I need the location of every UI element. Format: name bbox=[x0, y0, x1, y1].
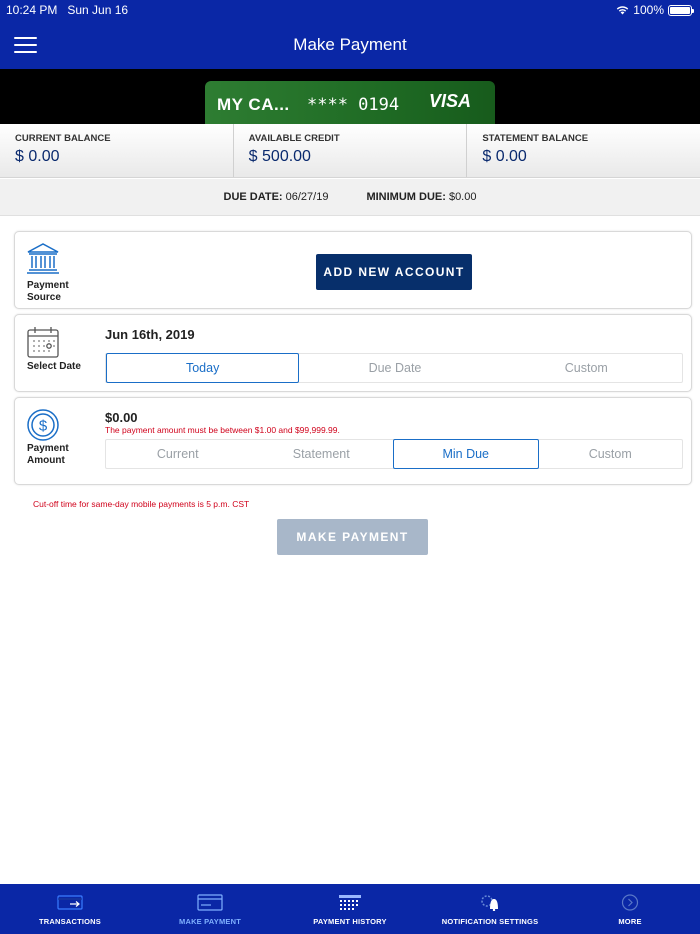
current-balance-label: CURRENT BALANCE bbox=[15, 133, 111, 144]
card-icon bbox=[197, 894, 223, 911]
svg-text:$: $ bbox=[39, 418, 48, 435]
payment-amount-panel: $ Payment Amount $0.00 The payment amoun… bbox=[14, 397, 692, 485]
card-name: MY CA... bbox=[217, 95, 290, 114]
payment-source-label: Payment Source bbox=[27, 280, 69, 303]
page-title: Make Payment bbox=[293, 35, 407, 54]
minimum-due: MINIMUM DUE: $0.00 bbox=[366, 191, 477, 203]
battery-icon bbox=[668, 4, 694, 16]
credit-card[interactable]: MY CA... **** 0194 VISA bbox=[205, 81, 495, 124]
payment-amount-error: The payment amount must be between $1.00… bbox=[105, 425, 340, 435]
select-date-label: Select Date bbox=[27, 361, 81, 372]
due-info-bar: DUE DATE: 06/27/19 MINIMUM DUE: $0.00 bbox=[0, 179, 700, 216]
card-carousel[interactable]: MY CA... **** 0194 VISA bbox=[0, 69, 700, 124]
bottom-tab-bar: TRANSACTIONS MAKE PAYMENT PAYMENT HISTOR… bbox=[0, 884, 700, 934]
statement-balance-value: $ 0.00 bbox=[482, 148, 527, 165]
cutoff-notice: Cut-off time for same-day mobile payment… bbox=[33, 499, 250, 509]
amount-selector: Current Statement Min Due Custom bbox=[105, 439, 683, 469]
tab-make-payment[interactable]: MAKE PAYMENT bbox=[140, 884, 280, 934]
tab-payment-history[interactable]: PAYMENT HISTORY bbox=[280, 884, 420, 934]
balance-summary: CURRENT BALANCE $ 0.00 AVAILABLE CREDIT … bbox=[0, 124, 700, 178]
card-number: **** 0194 bbox=[307, 95, 400, 115]
date-option-due-date[interactable]: Due Date bbox=[299, 354, 490, 382]
tab-more-label: MORE bbox=[618, 917, 642, 926]
make-payment-button[interactable]: MAKE PAYMENT bbox=[277, 519, 428, 555]
tab-more[interactable]: MORE bbox=[560, 884, 700, 934]
amount-option-custom[interactable]: Custom bbox=[539, 440, 683, 468]
due-date: DUE DATE: 06/27/19 bbox=[223, 191, 329, 203]
payment-source-panel: Payment Source ADD NEW ACCOUNT bbox=[14, 231, 692, 309]
amount-option-current[interactable]: Current bbox=[106, 440, 250, 468]
current-balance-value: $ 0.00 bbox=[15, 148, 60, 165]
date-option-today[interactable]: Today bbox=[106, 353, 300, 383]
add-new-account-button[interactable]: ADD NEW ACCOUNT bbox=[316, 254, 472, 290]
tab-transactions[interactable]: TRANSACTIONS bbox=[0, 884, 140, 934]
card-arrow-icon bbox=[57, 895, 83, 910]
available-credit-value: $ 500.00 bbox=[248, 148, 311, 165]
tab-notification-settings-label: NOTIFICATION SETTINGS bbox=[441, 917, 539, 926]
battery-fill bbox=[670, 6, 690, 14]
battery-percent: 100% bbox=[633, 3, 664, 17]
calendar-grid-icon bbox=[339, 895, 361, 910]
amount-option-statement[interactable]: Statement bbox=[250, 440, 394, 468]
calendar-icon bbox=[27, 327, 59, 358]
tab-transactions-label: TRANSACTIONS bbox=[39, 917, 101, 926]
status-time-date: 10:24 PM Sun Jun 16 bbox=[6, 3, 129, 17]
tab-payment-history-label: PAYMENT HISTORY bbox=[313, 917, 387, 926]
date-selector: Today Due Date Custom bbox=[105, 353, 683, 383]
select-date-panel: Select Date Jun 16th, 2019 Today Due Dat… bbox=[14, 314, 692, 392]
dollar-circle-icon: $ bbox=[27, 409, 59, 441]
statement-balance-label: STATEMENT BALANCE bbox=[482, 133, 589, 144]
current-balance: CURRENT BALANCE $ 0.00 bbox=[0, 124, 234, 177]
date-option-custom[interactable]: Custom bbox=[491, 354, 682, 382]
selected-date: Jun 16th, 2019 bbox=[105, 327, 195, 342]
wifi-icon bbox=[617, 6, 629, 15]
bank-icon bbox=[27, 243, 59, 274]
payment-amount-value: $0.00 bbox=[105, 410, 138, 425]
tab-make-payment-label: MAKE PAYMENT bbox=[179, 917, 241, 926]
amount-option-min-due[interactable]: Min Due bbox=[393, 439, 539, 469]
payment-amount-label: Payment Amount bbox=[27, 443, 69, 466]
available-credit: AVAILABLE CREDIT $ 500.00 bbox=[234, 124, 468, 177]
statement-balance: STATEMENT BALANCE $ 0.00 bbox=[467, 124, 700, 177]
tab-notification-settings[interactable]: NOTIFICATION SETTINGS bbox=[420, 884, 560, 934]
app-header: 10:24 PM Sun Jun 16 100% Make Payment bbox=[0, 0, 700, 69]
status-indicators: 100% bbox=[616, 3, 694, 17]
card-brand-logo: VISA bbox=[428, 91, 471, 111]
bell-gear-icon bbox=[481, 895, 498, 911]
available-credit-label: AVAILABLE CREDIT bbox=[248, 133, 340, 144]
chevron-circle-icon bbox=[621, 894, 639, 911]
